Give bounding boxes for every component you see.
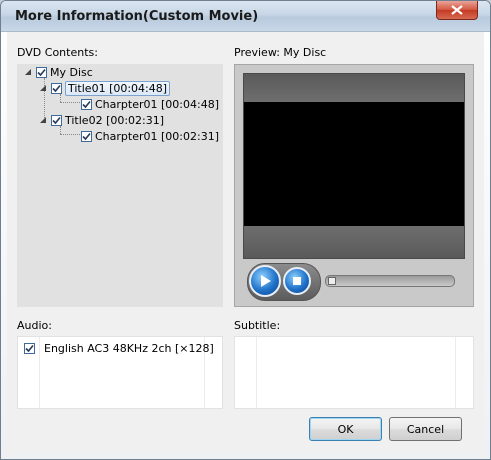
checkbox-title02-chapter01[interactable]	[81, 130, 92, 142]
check-icon	[25, 344, 34, 352]
collapse-arrow-icon[interactable]	[38, 115, 48, 125]
window-title: More Information(Custom Movie)	[15, 9, 259, 24]
close-button[interactable]	[436, 1, 478, 20]
seek-slider[interactable]	[325, 275, 455, 287]
collapse-arrow-icon[interactable]	[38, 83, 48, 93]
dvd-contents-tree[interactable]: My Disc Title01 [00:04:48] Charpter01 [0…	[17, 64, 223, 307]
cancel-button[interactable]: Cancel	[389, 417, 462, 441]
tree-item-label: Charpter01 [00:04:48]	[95, 97, 219, 111]
tree-item-label: Charpter01 [00:02:31]	[95, 129, 219, 143]
column-divider	[455, 337, 456, 408]
video-display[interactable]	[244, 102, 464, 226]
tree-item-label: Title01 [00:04:48]	[65, 80, 171, 96]
audio-track-label: English AC3 48KHz 2ch [×128]	[44, 341, 214, 355]
play-icon	[261, 275, 271, 287]
check-icon	[82, 100, 91, 108]
tree-connector	[60, 102, 80, 103]
preview-label: Preview: My Disc	[234, 46, 327, 59]
stop-icon	[293, 277, 301, 285]
dvd-contents-label: DVD Contents:	[17, 46, 98, 59]
close-icon	[451, 5, 463, 15]
video-screen-frame	[243, 73, 465, 259]
checkbox-audio-track[interactable]	[24, 342, 35, 354]
checkbox-title01[interactable]	[51, 82, 62, 94]
seek-slider-thumb[interactable]	[328, 277, 336, 285]
tree-connector	[60, 134, 80, 135]
subtitle-list[interactable]	[234, 336, 474, 409]
checkbox-title02[interactable]	[51, 114, 62, 126]
tree-item-label: Title02 [00:02:31]	[65, 113, 165, 127]
check-icon	[52, 116, 61, 124]
tree-item-my-disc[interactable]: My Disc	[23, 64, 93, 80]
collapse-arrow-icon[interactable]	[23, 67, 33, 77]
tree-item-title02[interactable]: Title02 [00:02:31]	[38, 112, 164, 128]
column-divider	[256, 337, 257, 408]
play-button[interactable]	[249, 265, 281, 297]
subtitle-label: Subtitle:	[234, 319, 281, 332]
ok-button[interactable]: OK	[309, 417, 382, 441]
audio-label: Audio:	[17, 319, 52, 332]
title-bar[interactable]: More Information(Custom Movie)	[1, 1, 490, 32]
video-letterbox-bottom	[244, 226, 464, 258]
preview-panel	[234, 64, 474, 307]
audio-list[interactable]: English AC3 48KHz 2ch [×128]	[17, 336, 223, 409]
check-icon	[82, 132, 91, 140]
dialog-client-area: DVD Contents: Preview: My Disc My Disc T…	[7, 32, 484, 453]
audio-list-item[interactable]: English AC3 48KHz 2ch [×128]	[24, 340, 214, 356]
tree-item-title01-chapter01[interactable]: Charpter01 [00:04:48]	[81, 96, 219, 112]
tree-item-title02-chapter01[interactable]: Charpter01 [00:02:31]	[81, 128, 219, 144]
tree-item-title01[interactable]: Title01 [00:04:48]	[38, 80, 171, 96]
player-controls	[243, 261, 465, 301]
check-icon	[52, 84, 61, 92]
tree-item-label: My Disc	[50, 65, 93, 79]
checkbox-title01-chapter01[interactable]	[81, 98, 92, 110]
check-icon	[37, 68, 46, 76]
dialog-window: More Information(Custom Movie) DVD Conte…	[0, 0, 491, 460]
stop-button[interactable]	[283, 267, 311, 295]
checkbox-my-disc[interactable]	[36, 66, 47, 78]
video-letterbox-top	[244, 74, 464, 102]
